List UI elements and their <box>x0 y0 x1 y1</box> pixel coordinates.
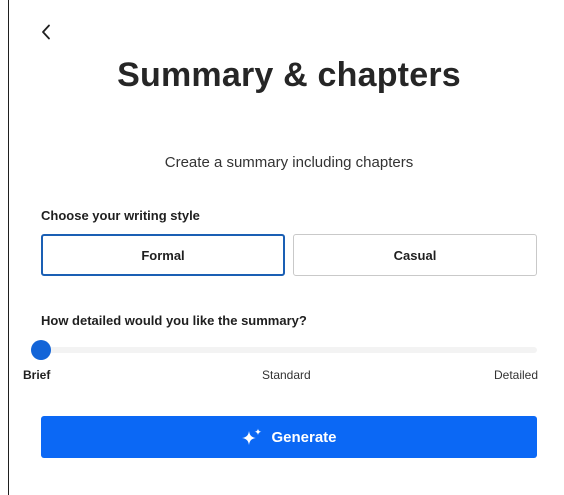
generate-button-label: Generate <box>271 428 337 446</box>
back-button[interactable] <box>36 20 56 44</box>
page-subtitle: Create a summary including chapters <box>164 154 414 171</box>
writing-style-label: Choose your writing style <box>41 208 200 223</box>
slider-tick-standard: Standard <box>262 368 311 382</box>
page-title: Summary & chapters <box>117 56 461 94</box>
slider-tick-detailed: Detailed <box>494 368 539 382</box>
style-option-label: Formal <box>141 247 185 263</box>
style-option-label: Casual <box>393 247 437 263</box>
style-option-casual[interactable]: Casual <box>293 234 537 276</box>
sparkle-icon <box>241 428 263 446</box>
style-option-formal[interactable]: Formal <box>41 234 285 276</box>
detail-slider-thumb[interactable] <box>31 340 51 360</box>
slider-tick-brief: Brief <box>23 368 51 382</box>
generate-button[interactable]: Generate <box>41 416 537 458</box>
chevron-left-icon <box>41 24 51 40</box>
detail-level-label: How detailed would you like the summary? <box>41 313 307 328</box>
detail-slider-track[interactable] <box>41 347 537 353</box>
